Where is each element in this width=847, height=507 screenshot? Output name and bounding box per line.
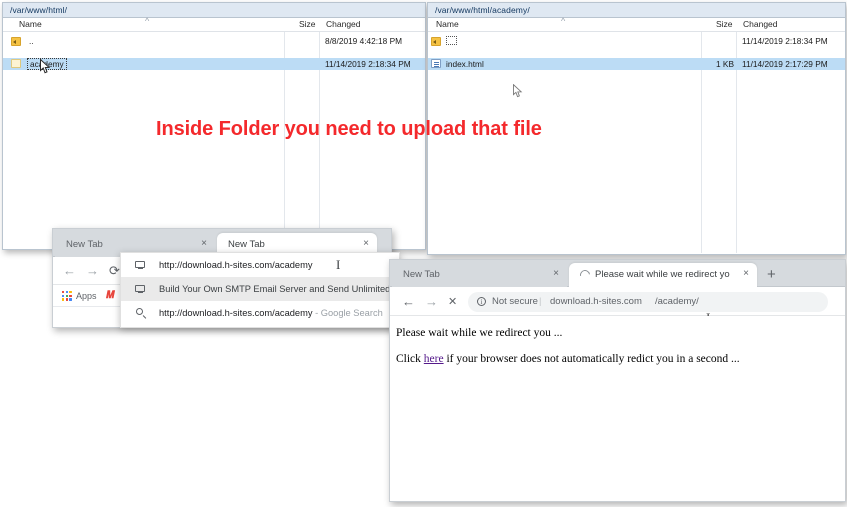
tab-label: Please wait while we redirect you xyxy=(595,269,730,280)
stop-button[interactable]: ✕ xyxy=(448,295,457,309)
omnibox-path: /academy/ xyxy=(655,296,699,307)
line2-after: if your browser does not automatically r… xyxy=(443,353,740,365)
forward-button[interactable]: → xyxy=(86,264,99,278)
tab-new-tab[interactable]: New Tab × xyxy=(392,263,567,287)
bookmark-apps-label[interactable]: Apps xyxy=(76,291,97,301)
page-content: Please wait while we redirect you ... Cl… xyxy=(390,316,845,501)
apps-grid-icon[interactable] xyxy=(62,291,72,301)
info-glyph: i xyxy=(480,298,483,306)
right-row-1-size: 1 KB xyxy=(716,59,734,69)
browser-window-front[interactable]: New Tab × Please wait while we redirect … xyxy=(389,259,846,502)
here-link[interactable]: here xyxy=(424,353,444,365)
autocomplete-suffix: - Google Search xyxy=(312,308,383,318)
left-column-headers: Name ^ Size Changed xyxy=(3,16,425,32)
table-row[interactable]: academy 11/14/2019 2:18:34 PM xyxy=(3,58,425,70)
right-sort-indicator: ^ xyxy=(561,16,566,26)
left-col-size[interactable]: Size xyxy=(299,19,316,29)
left-col-changed[interactable]: Changed xyxy=(326,19,361,29)
info-circle-icon[interactable]: i xyxy=(477,297,486,306)
left-row-0-name: .. xyxy=(29,36,34,46)
table-row[interactable]: index.html 1 KB 11/14/2019 2:17:29 PM xyxy=(428,58,845,70)
back-button[interactable]: ← xyxy=(402,295,415,309)
right-row-0-changed: 11/14/2019 2:18:34 PM xyxy=(742,36,828,46)
right-row-1-name: index.html xyxy=(446,59,484,69)
autocomplete-text: http://download.h-sites.com/academy xyxy=(159,260,312,270)
table-row[interactable]: .. 8/8/2019 4:42:18 PM xyxy=(3,36,425,47)
tab-label: New Tab xyxy=(228,239,265,250)
left-path-bar[interactable]: /var/www/html/ xyxy=(3,3,425,18)
omnibox-domain: download.h-sites.com xyxy=(550,296,642,307)
not-secure-label: Not secure xyxy=(492,296,538,307)
redirect-line-2: Click here if your browser does not auto… xyxy=(396,353,740,365)
front-tabstrip[interactable]: New Tab × Please wait while we redirect … xyxy=(390,260,845,287)
left-row-1-changed: 11/14/2019 2:18:34 PM xyxy=(325,59,411,69)
right-row-1-changed: 11/14/2019 2:17:29 PM xyxy=(742,59,828,69)
right-row-0-focus-box xyxy=(446,36,457,45)
screenshot-root: /var/www/html/ Name ^ Size Changed .. 8/… xyxy=(0,0,847,507)
forward-button[interactable]: → xyxy=(425,295,438,309)
right-column-headers: Name ^ Size Changed xyxy=(428,16,845,32)
omnibox-autocomplete-dropdown[interactable]: http://download.h-sites.com/academy I Bu… xyxy=(120,252,400,328)
search-icon xyxy=(136,308,143,315)
autocomplete-text: http://download.h-sites.com/academy - Go… xyxy=(159,308,383,318)
parent-folder-icon xyxy=(431,37,441,46)
omnibox-divider: | xyxy=(539,296,542,307)
autocomplete-text: Build Your Own SMTP Email Server and Sen… xyxy=(159,284,391,294)
autocomplete-domain: http://download.h-sites.com/academy xyxy=(159,260,313,270)
loading-spinner-icon xyxy=(578,268,592,282)
right-path-bar[interactable]: /var/www/html/academy/ xyxy=(428,3,845,18)
tab-label: New Tab xyxy=(66,239,103,250)
new-tab-button[interactable]: + xyxy=(767,267,776,282)
tab-label: New Tab xyxy=(403,269,440,280)
close-icon[interactable]: × xyxy=(363,238,369,250)
autocomplete-row-0[interactable]: http://download.h-sites.com/academy I xyxy=(121,253,399,277)
close-icon[interactable]: × xyxy=(201,238,207,250)
right-col-name[interactable]: Name xyxy=(436,19,459,29)
front-navbar[interactable]: ← → ✕ i Not secure | download.h-sites.co… xyxy=(390,287,845,324)
autocomplete-query: http://download.h-sites.com/academy xyxy=(159,308,313,318)
tab-redirect-page[interactable]: Please wait while we redirect you × xyxy=(569,263,757,287)
monitor-icon xyxy=(135,285,145,294)
autocomplete-row-1[interactable]: Build Your Own SMTP Email Server and Sen… xyxy=(121,277,399,301)
reload-button[interactable]: ⟳ xyxy=(109,264,120,278)
folder-icon xyxy=(11,59,21,68)
redirect-line-1: Please wait while we redirect you ... xyxy=(396,327,563,339)
table-row[interactable]: 11/14/2019 2:18:34 PM xyxy=(428,36,845,47)
left-col-name[interactable]: Name xyxy=(19,19,42,29)
text-cursor-icon: I xyxy=(336,257,341,272)
parent-folder-icon xyxy=(11,37,21,46)
autocomplete-row-2[interactable]: http://download.h-sites.com/academy - Go… xyxy=(121,301,399,325)
callout-text: Inside Folder you need to upload that fi… xyxy=(156,118,542,140)
right-file-list[interactable]: 11/14/2019 2:18:34 PM index.html 1 KB 11… xyxy=(428,32,845,253)
left-row-0-changed: 8/8/2019 4:42:18 PM xyxy=(325,36,403,46)
right-col-size[interactable]: Size xyxy=(716,19,733,29)
line2-before: Click xyxy=(396,353,424,365)
left-row-1-name[interactable]: academy xyxy=(27,58,67,70)
html-file-icon xyxy=(431,59,441,68)
back-button[interactable]: ← xyxy=(63,264,76,278)
close-icon[interactable]: × xyxy=(553,268,559,280)
left-sort-indicator: ^ xyxy=(145,16,150,26)
right-col-changed[interactable]: Changed xyxy=(743,19,778,29)
red-m-icon[interactable]: 𝑴 xyxy=(106,290,115,301)
monitor-icon xyxy=(135,261,145,270)
close-icon[interactable]: × xyxy=(743,268,749,280)
omnibox[interactable]: i Not secure | download.h-sites.com /aca… xyxy=(468,292,828,312)
